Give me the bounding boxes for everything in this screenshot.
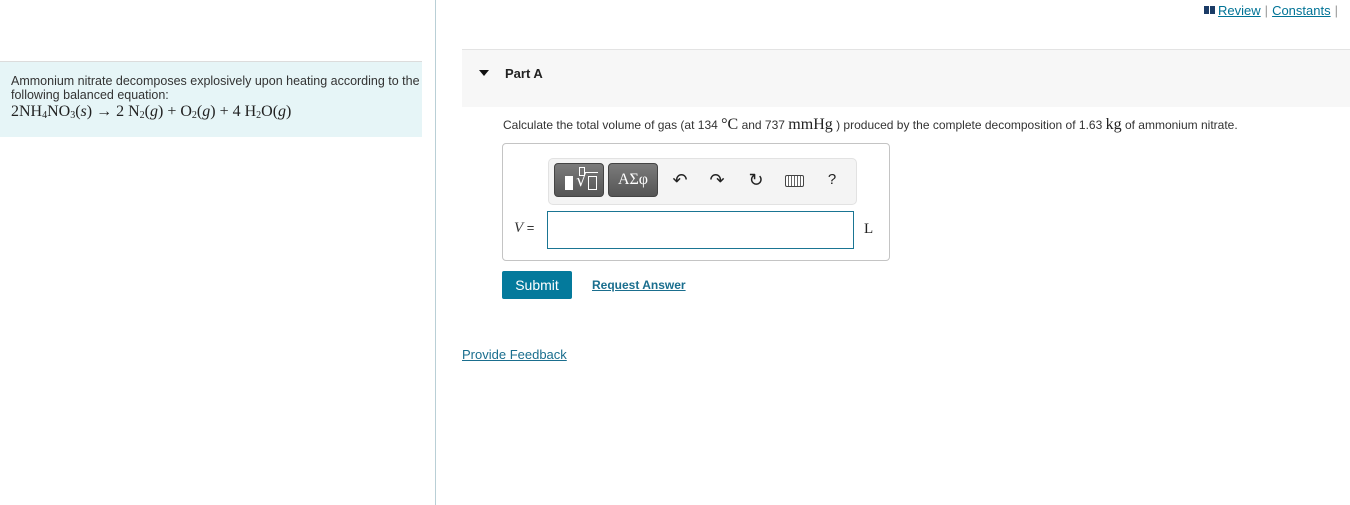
pressure-unit: mmHg xyxy=(788,116,833,133)
reset-icon[interactable]: ↻ xyxy=(745,169,767,191)
radicand-box-icon xyxy=(588,176,597,190)
variable-label: V = xyxy=(514,220,535,236)
answer-box: √ ΑΣφ ↶ ↷ ↻ ? V = L xyxy=(502,143,890,261)
keyboard-icon[interactable] xyxy=(783,169,805,191)
volume-answer-input[interactable] xyxy=(547,211,854,249)
caret-down-icon[interactable] xyxy=(479,70,489,76)
greek-symbols-button[interactable]: ΑΣφ xyxy=(608,163,658,197)
help-icon[interactable]: ? xyxy=(821,169,843,191)
left-panel: Ammonium nitrate decomposes explosively … xyxy=(0,0,436,505)
question-text: Calculate the total volume of gas (at 13… xyxy=(503,116,1238,133)
separator: | xyxy=(1334,3,1338,18)
intro-text: Ammonium nitrate decomposes explosively … xyxy=(11,74,420,102)
request-answer-link[interactable]: Request Answer xyxy=(592,278,686,292)
mass-unit: kg xyxy=(1105,116,1122,133)
temp-unit: °C xyxy=(721,116,739,133)
separator: | xyxy=(1264,3,1269,18)
provide-feedback-link[interactable]: Provide Feedback xyxy=(462,347,567,362)
redo-icon[interactable]: ↷ xyxy=(706,169,728,191)
review-link[interactable]: Review xyxy=(1218,3,1261,18)
book-icon xyxy=(1204,6,1216,14)
problem-intro: Ammonium nitrate decomposes explosively … xyxy=(0,61,422,137)
constants-link[interactable]: Constants xyxy=(1272,3,1331,18)
unit-label: L xyxy=(864,221,874,237)
undo-icon[interactable]: ↶ xyxy=(669,169,691,191)
template-block-icon xyxy=(565,176,573,190)
balanced-equation: 2NH4NO3(s) → 2 N2(g) + O2(g) + 4 H2O(g) xyxy=(11,103,292,121)
part-title: Part A xyxy=(505,66,543,81)
top-links: Review | Constants | xyxy=(1204,3,1342,18)
templates-button[interactable]: √ xyxy=(554,163,604,197)
math-toolbar: √ ΑΣφ ↶ ↷ ↻ ? xyxy=(548,158,857,205)
part-a-header[interactable]: Part A xyxy=(462,49,1350,107)
submit-button[interactable]: Submit xyxy=(502,271,572,299)
